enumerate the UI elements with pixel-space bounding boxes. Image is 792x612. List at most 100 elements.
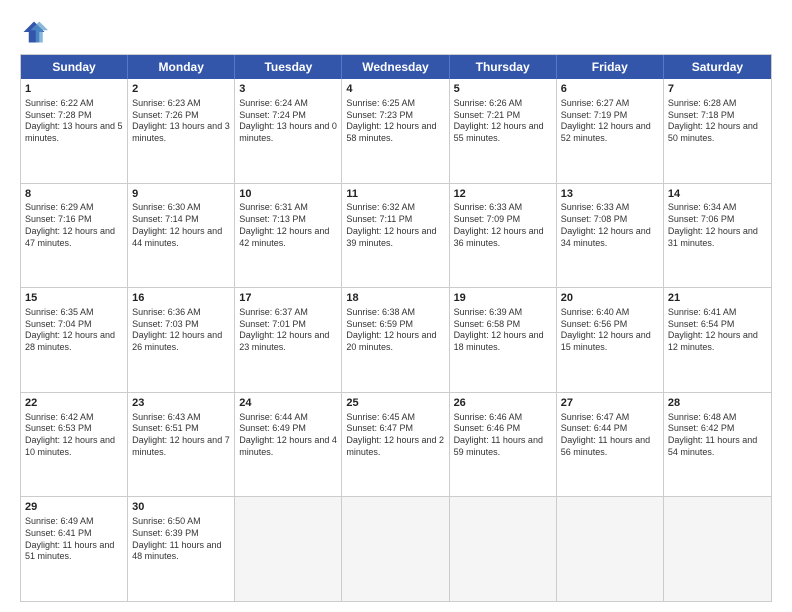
calendar-row: 22Sunrise: 6:42 AMSunset: 6:53 PMDayligh… bbox=[21, 392, 771, 497]
day-cell: 11Sunrise: 6:32 AMSunset: 7:11 PMDayligh… bbox=[342, 184, 449, 288]
day-cell: 12Sunrise: 6:33 AMSunset: 7:09 PMDayligh… bbox=[450, 184, 557, 288]
weekday-header: Monday bbox=[128, 55, 235, 79]
day-cell: 30Sunrise: 6:50 AMSunset: 6:39 PMDayligh… bbox=[128, 497, 235, 601]
empty-cell bbox=[557, 497, 664, 601]
calendar-body: 1Sunrise: 6:22 AMSunset: 7:28 PMDaylight… bbox=[21, 79, 771, 601]
day-cell: 20Sunrise: 6:40 AMSunset: 6:56 PMDayligh… bbox=[557, 288, 664, 392]
weekday-header: Friday bbox=[557, 55, 664, 79]
cell-info: Sunrise: 6:30 AMSunset: 7:14 PMDaylight:… bbox=[132, 202, 230, 249]
cell-info: Sunrise: 6:48 AMSunset: 6:42 PMDaylight:… bbox=[668, 412, 767, 459]
weekday-header: Sunday bbox=[21, 55, 128, 79]
empty-cell bbox=[664, 497, 771, 601]
calendar-row: 8Sunrise: 6:29 AMSunset: 7:16 PMDaylight… bbox=[21, 183, 771, 288]
day-cell: 15Sunrise: 6:35 AMSunset: 7:04 PMDayligh… bbox=[21, 288, 128, 392]
day-number: 3 bbox=[239, 82, 337, 97]
day-cell: 10Sunrise: 6:31 AMSunset: 7:13 PMDayligh… bbox=[235, 184, 342, 288]
cell-info: Sunrise: 6:42 AMSunset: 6:53 PMDaylight:… bbox=[25, 412, 123, 459]
day-cell: 29Sunrise: 6:49 AMSunset: 6:41 PMDayligh… bbox=[21, 497, 128, 601]
cell-info: Sunrise: 6:38 AMSunset: 6:59 PMDaylight:… bbox=[346, 307, 444, 354]
day-number: 29 bbox=[25, 500, 123, 515]
day-cell: 21Sunrise: 6:41 AMSunset: 6:54 PMDayligh… bbox=[664, 288, 771, 392]
day-cell: 2Sunrise: 6:23 AMSunset: 7:26 PMDaylight… bbox=[128, 79, 235, 183]
cell-info: Sunrise: 6:35 AMSunset: 7:04 PMDaylight:… bbox=[25, 307, 123, 354]
cell-info: Sunrise: 6:26 AMSunset: 7:21 PMDaylight:… bbox=[454, 98, 552, 145]
day-number: 24 bbox=[239, 396, 337, 411]
calendar-header: SundayMondayTuesdayWednesdayThursdayFrid… bbox=[21, 55, 771, 79]
cell-info: Sunrise: 6:46 AMSunset: 6:46 PMDaylight:… bbox=[454, 412, 552, 459]
day-number: 15 bbox=[25, 291, 123, 306]
day-number: 7 bbox=[668, 82, 767, 97]
day-number: 1 bbox=[25, 82, 123, 97]
day-cell: 18Sunrise: 6:38 AMSunset: 6:59 PMDayligh… bbox=[342, 288, 449, 392]
day-number: 17 bbox=[239, 291, 337, 306]
empty-cell bbox=[342, 497, 449, 601]
calendar-row: 1Sunrise: 6:22 AMSunset: 7:28 PMDaylight… bbox=[21, 79, 771, 183]
weekday-header: Tuesday bbox=[235, 55, 342, 79]
day-cell: 28Sunrise: 6:48 AMSunset: 6:42 PMDayligh… bbox=[664, 393, 771, 497]
calendar-row: 15Sunrise: 6:35 AMSunset: 7:04 PMDayligh… bbox=[21, 287, 771, 392]
day-number: 5 bbox=[454, 82, 552, 97]
day-number: 9 bbox=[132, 187, 230, 202]
day-cell: 16Sunrise: 6:36 AMSunset: 7:03 PMDayligh… bbox=[128, 288, 235, 392]
cell-info: Sunrise: 6:44 AMSunset: 6:49 PMDaylight:… bbox=[239, 412, 337, 459]
cell-info: Sunrise: 6:47 AMSunset: 6:44 PMDaylight:… bbox=[561, 412, 659, 459]
calendar: SundayMondayTuesdayWednesdayThursdayFrid… bbox=[20, 54, 772, 602]
day-cell: 8Sunrise: 6:29 AMSunset: 7:16 PMDaylight… bbox=[21, 184, 128, 288]
cell-info: Sunrise: 6:23 AMSunset: 7:26 PMDaylight:… bbox=[132, 98, 230, 145]
day-cell: 24Sunrise: 6:44 AMSunset: 6:49 PMDayligh… bbox=[235, 393, 342, 497]
cell-info: Sunrise: 6:32 AMSunset: 7:11 PMDaylight:… bbox=[346, 202, 444, 249]
cell-info: Sunrise: 6:50 AMSunset: 6:39 PMDaylight:… bbox=[132, 516, 230, 563]
day-number: 14 bbox=[668, 187, 767, 202]
day-cell: 17Sunrise: 6:37 AMSunset: 7:01 PMDayligh… bbox=[235, 288, 342, 392]
cell-info: Sunrise: 6:49 AMSunset: 6:41 PMDaylight:… bbox=[25, 516, 123, 563]
day-cell: 19Sunrise: 6:39 AMSunset: 6:58 PMDayligh… bbox=[450, 288, 557, 392]
day-number: 4 bbox=[346, 82, 444, 97]
cell-info: Sunrise: 6:33 AMSunset: 7:08 PMDaylight:… bbox=[561, 202, 659, 249]
day-number: 28 bbox=[668, 396, 767, 411]
cell-info: Sunrise: 6:40 AMSunset: 6:56 PMDaylight:… bbox=[561, 307, 659, 354]
day-number: 13 bbox=[561, 187, 659, 202]
day-number: 16 bbox=[132, 291, 230, 306]
day-number: 26 bbox=[454, 396, 552, 411]
day-cell: 3Sunrise: 6:24 AMSunset: 7:24 PMDaylight… bbox=[235, 79, 342, 183]
day-number: 18 bbox=[346, 291, 444, 306]
day-number: 25 bbox=[346, 396, 444, 411]
cell-info: Sunrise: 6:22 AMSunset: 7:28 PMDaylight:… bbox=[25, 98, 123, 145]
cell-info: Sunrise: 6:31 AMSunset: 7:13 PMDaylight:… bbox=[239, 202, 337, 249]
day-cell: 27Sunrise: 6:47 AMSunset: 6:44 PMDayligh… bbox=[557, 393, 664, 497]
day-cell: 9Sunrise: 6:30 AMSunset: 7:14 PMDaylight… bbox=[128, 184, 235, 288]
day-number: 27 bbox=[561, 396, 659, 411]
day-number: 23 bbox=[132, 396, 230, 411]
day-number: 11 bbox=[346, 187, 444, 202]
day-number: 19 bbox=[454, 291, 552, 306]
day-cell: 1Sunrise: 6:22 AMSunset: 7:28 PMDaylight… bbox=[21, 79, 128, 183]
empty-cell bbox=[450, 497, 557, 601]
day-number: 2 bbox=[132, 82, 230, 97]
day-cell: 22Sunrise: 6:42 AMSunset: 6:53 PMDayligh… bbox=[21, 393, 128, 497]
cell-info: Sunrise: 6:41 AMSunset: 6:54 PMDaylight:… bbox=[668, 307, 767, 354]
day-cell: 26Sunrise: 6:46 AMSunset: 6:46 PMDayligh… bbox=[450, 393, 557, 497]
day-cell: 13Sunrise: 6:33 AMSunset: 7:08 PMDayligh… bbox=[557, 184, 664, 288]
day-number: 10 bbox=[239, 187, 337, 202]
day-cell: 7Sunrise: 6:28 AMSunset: 7:18 PMDaylight… bbox=[664, 79, 771, 183]
weekday-header: Saturday bbox=[664, 55, 771, 79]
cell-info: Sunrise: 6:24 AMSunset: 7:24 PMDaylight:… bbox=[239, 98, 337, 145]
logo-icon bbox=[20, 18, 48, 46]
cell-info: Sunrise: 6:27 AMSunset: 7:19 PMDaylight:… bbox=[561, 98, 659, 145]
day-cell: 14Sunrise: 6:34 AMSunset: 7:06 PMDayligh… bbox=[664, 184, 771, 288]
cell-info: Sunrise: 6:33 AMSunset: 7:09 PMDaylight:… bbox=[454, 202, 552, 249]
day-cell: 4Sunrise: 6:25 AMSunset: 7:23 PMDaylight… bbox=[342, 79, 449, 183]
day-number: 8 bbox=[25, 187, 123, 202]
header bbox=[20, 18, 772, 46]
cell-info: Sunrise: 6:29 AMSunset: 7:16 PMDaylight:… bbox=[25, 202, 123, 249]
weekday-header: Wednesday bbox=[342, 55, 449, 79]
cell-info: Sunrise: 6:45 AMSunset: 6:47 PMDaylight:… bbox=[346, 412, 444, 459]
day-cell: 23Sunrise: 6:43 AMSunset: 6:51 PMDayligh… bbox=[128, 393, 235, 497]
day-number: 12 bbox=[454, 187, 552, 202]
day-cell: 25Sunrise: 6:45 AMSunset: 6:47 PMDayligh… bbox=[342, 393, 449, 497]
logo bbox=[20, 18, 52, 46]
day-cell: 5Sunrise: 6:26 AMSunset: 7:21 PMDaylight… bbox=[450, 79, 557, 183]
day-number: 21 bbox=[668, 291, 767, 306]
cell-info: Sunrise: 6:43 AMSunset: 6:51 PMDaylight:… bbox=[132, 412, 230, 459]
weekday-header: Thursday bbox=[450, 55, 557, 79]
